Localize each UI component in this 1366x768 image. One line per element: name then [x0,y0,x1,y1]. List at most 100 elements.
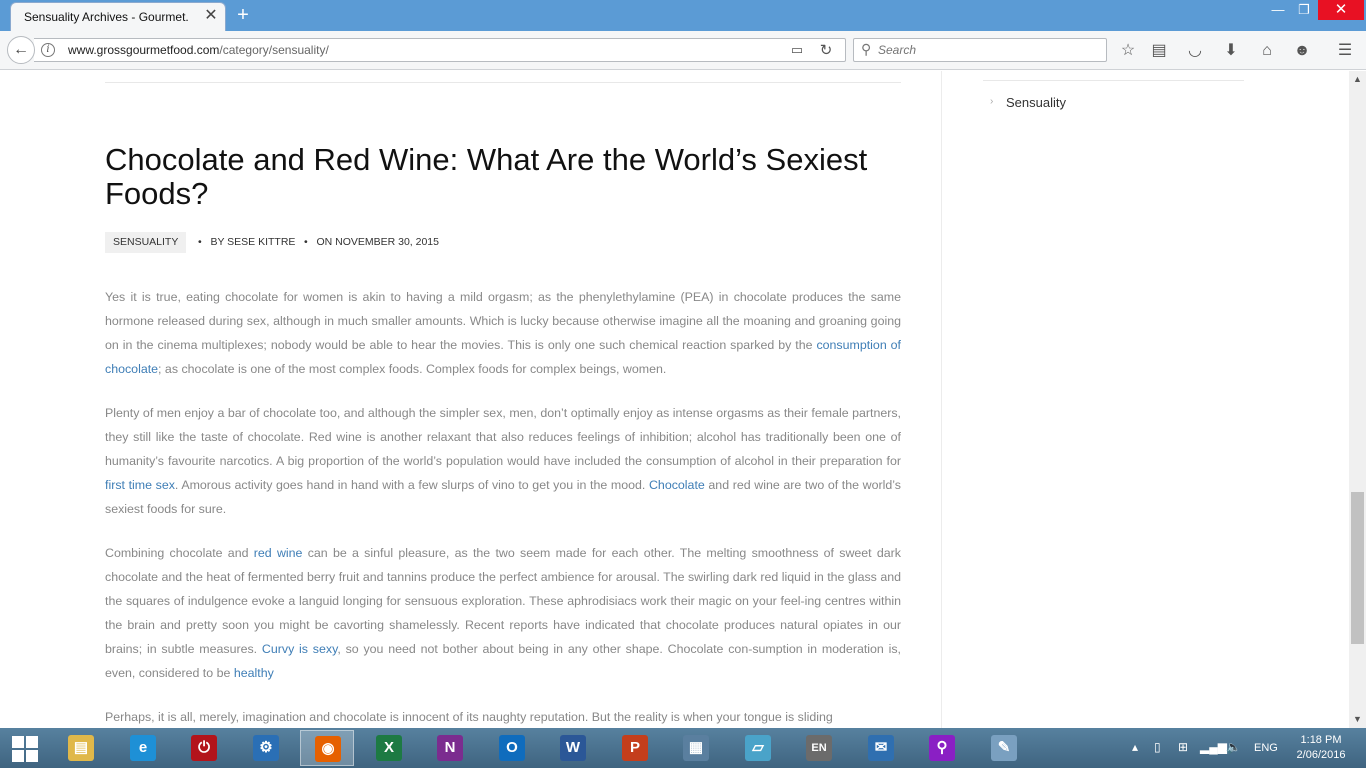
volume-icon[interactable]: 🔈 [1226,740,1241,754]
clock-time: 1:18 PM [1300,734,1342,746]
taskbar-language-bar-button[interactable]: EN [792,730,846,766]
device-icon[interactable]: ▯ [1154,740,1161,754]
post-date-text: ON NOVEMBER 30, 2015 [316,236,439,248]
chevron-right-icon: › [990,96,994,107]
power-app-icon: ⏻ [191,735,217,761]
outlook-icon: O [499,735,525,761]
url-text[interactable]: www.grossgourmetfood.com/category/sensua… [68,43,329,57]
control-panel-icon: ⚙ [253,735,279,761]
sidebar-item-sensuality[interactable]: Sensuality [1006,95,1066,110]
scrollbar-thumb[interactable] [1351,492,1364,644]
title-bar: Sensuality Archives - Gourmet... ✕ + — ❐… [0,0,1366,31]
first-time-sex-link[interactable]: first time sex [105,478,175,492]
minimize-button[interactable]: — [1266,0,1290,20]
excel-icon: X [376,735,402,761]
search-bar[interactable]: ⚲ [853,38,1107,62]
divider [983,80,1244,81]
paint-icon: ✎ [991,735,1017,761]
sidebar-divider [941,71,942,728]
back-button[interactable]: ← [7,36,35,64]
windows-flag-icon[interactable]: ⊞ [1178,740,1188,754]
reader-view-icon[interactable]: ▭ [788,42,806,58]
taskbar-firefox-button[interactable]: ◉ [300,730,354,766]
article-paragraph: Plenty of men enjoy a bar of chocolate t… [105,401,901,521]
paragraph-text: Yes it is true, eating chocolate for wom… [105,290,901,352]
taskbar-control-panel-button[interactable]: ⚙ [239,730,293,766]
divider [105,82,901,83]
pocket-icon[interactable]: ◡ [1184,40,1206,62]
network-icon[interactable]: ▂▄▆ [1200,740,1227,754]
menu-icon[interactable]: ☰ [1334,40,1356,62]
taskbar-task-manager-button[interactable]: ▦ [669,730,723,766]
scroll-down-icon[interactable]: ▼ [1349,711,1366,728]
paragraph-text: ; as chocolate is one of the most comple… [158,362,667,376]
reading-list-icon[interactable]: ▤ [1148,40,1170,62]
paragraph-text: Plenty of men enjoy a bar of chocolate t… [105,406,901,468]
taskbar: ▤ e ⏻ ⚙ ◉ X N O W P ▦ ▱ EN ✉ ⚲ ✎ ▴ ▯ ⊞ ▂▄▆ 🔈 ENG 1:18 P… [0,728,1366,768]
info-icon[interactable]: i [41,43,55,57]
start-button[interactable] [8,732,44,764]
article-paragraph: Yes it is true, eating chocolate for wom… [105,285,901,381]
paragraph-text: can be a sinful pleasure, as the two see… [105,546,901,656]
internet-explorer-icon: e [130,735,156,761]
post-title[interactable]: Chocolate and Red Wine: What Are the Wor… [105,143,895,211]
taskbar-word-button[interactable]: W [546,730,600,766]
new-tab-button[interactable]: + [233,4,253,26]
url-host: www.grossgourmetfood.com [68,43,220,57]
taskbar-power-app-button[interactable]: ⏻ [177,730,231,766]
reload-icon[interactable]: ↻ [817,41,835,59]
tab-close-icon[interactable]: ✕ [202,7,220,25]
clock[interactable]: 1:18 PM 2/06/2016 [1290,733,1352,763]
firefox-icon: ◉ [315,736,341,762]
navigation-bar: i www.grossgourmetfood.com/category/sens… [0,31,1366,70]
back-icon: ← [13,41,29,58]
close-window-button[interactable]: ✕ [1318,0,1364,20]
category-badge[interactable]: SENSUALITY [105,232,187,253]
url-bar[interactable]: i www.grossgourmetfood.com/category/sens… [34,38,846,62]
language-bar-icon: EN [806,735,832,761]
scroll-up-icon[interactable]: ▲ [1349,71,1366,88]
taskbar-search-app-button[interactable]: ⚲ [915,730,969,766]
clock-date: 2/06/2016 [1296,749,1346,761]
taskbar-powerpoint-button[interactable]: P [608,730,662,766]
thunderbird-icon: ✉ [868,735,894,761]
browser-tab[interactable]: Sensuality Archives - Gourmet... ✕ [10,2,226,31]
post-author: • BY SESE KITTRE [198,236,296,248]
paragraph-text: . Amorous activity goes hand in hand wit… [174,478,649,492]
word-icon: W [560,735,586,761]
powerpoint-icon: P [622,735,648,761]
search-input[interactable] [878,40,1098,60]
bookmark-star-icon[interactable]: ☆ [1117,40,1139,62]
article-paragraph: Combining chocolate and red wine can be … [105,541,901,685]
taskbar-paint-button[interactable]: ✎ [977,730,1031,766]
onenote-icon: N [437,735,463,761]
file-explorer-icon: ▤ [68,735,94,761]
taskbar-onenote-button[interactable]: N [423,730,477,766]
smiley-icon[interactable]: ☻ [1291,40,1313,62]
red-wine-link[interactable]: red wine [254,546,303,560]
language-indicator[interactable]: ENG [1254,742,1278,754]
task-manager-icon: ▦ [683,735,709,761]
download-icon[interactable]: ⬇ [1220,40,1242,62]
curvy-is-sexy-link[interactable]: Curvy is sexy [262,642,337,656]
search-icon: ⚲ [861,41,872,57]
home-icon[interactable]: ⌂ [1256,40,1278,62]
maximize-button[interactable]: ❐ [1292,0,1316,20]
taskbar-thunderbird-button[interactable]: ✉ [854,730,908,766]
tab-title: Sensuality Archives - Gourmet... [24,10,189,24]
page-content: › Sensuality Chocolate and Red Wine: Wha… [0,71,1349,728]
taskbar-internet-explorer-button[interactable]: e [116,730,170,766]
taskbar-outlook-button[interactable]: O [485,730,539,766]
show-hidden-icons-icon[interactable]: ▴ [1132,740,1138,754]
page-scrollbar[interactable]: ▲ ▼ [1349,71,1366,728]
article-paragraph: Perhaps, it is all, merely, imagination … [105,710,833,724]
notes-icon: ▱ [745,735,771,761]
post-date: • ON NOVEMBER 30, 2015 [304,236,439,248]
taskbar-file-explorer-button[interactable]: ▤ [54,730,108,766]
post-author-text: BY SESE KITTRE [210,236,296,248]
chocolate-link[interactable]: Chocolate [649,478,705,492]
taskbar-notes-button[interactable]: ▱ [731,730,785,766]
taskbar-excel-button[interactable]: X [362,730,416,766]
url-path: /category/sensuality/ [219,43,329,57]
healthy-link[interactable]: healthy [234,666,274,680]
